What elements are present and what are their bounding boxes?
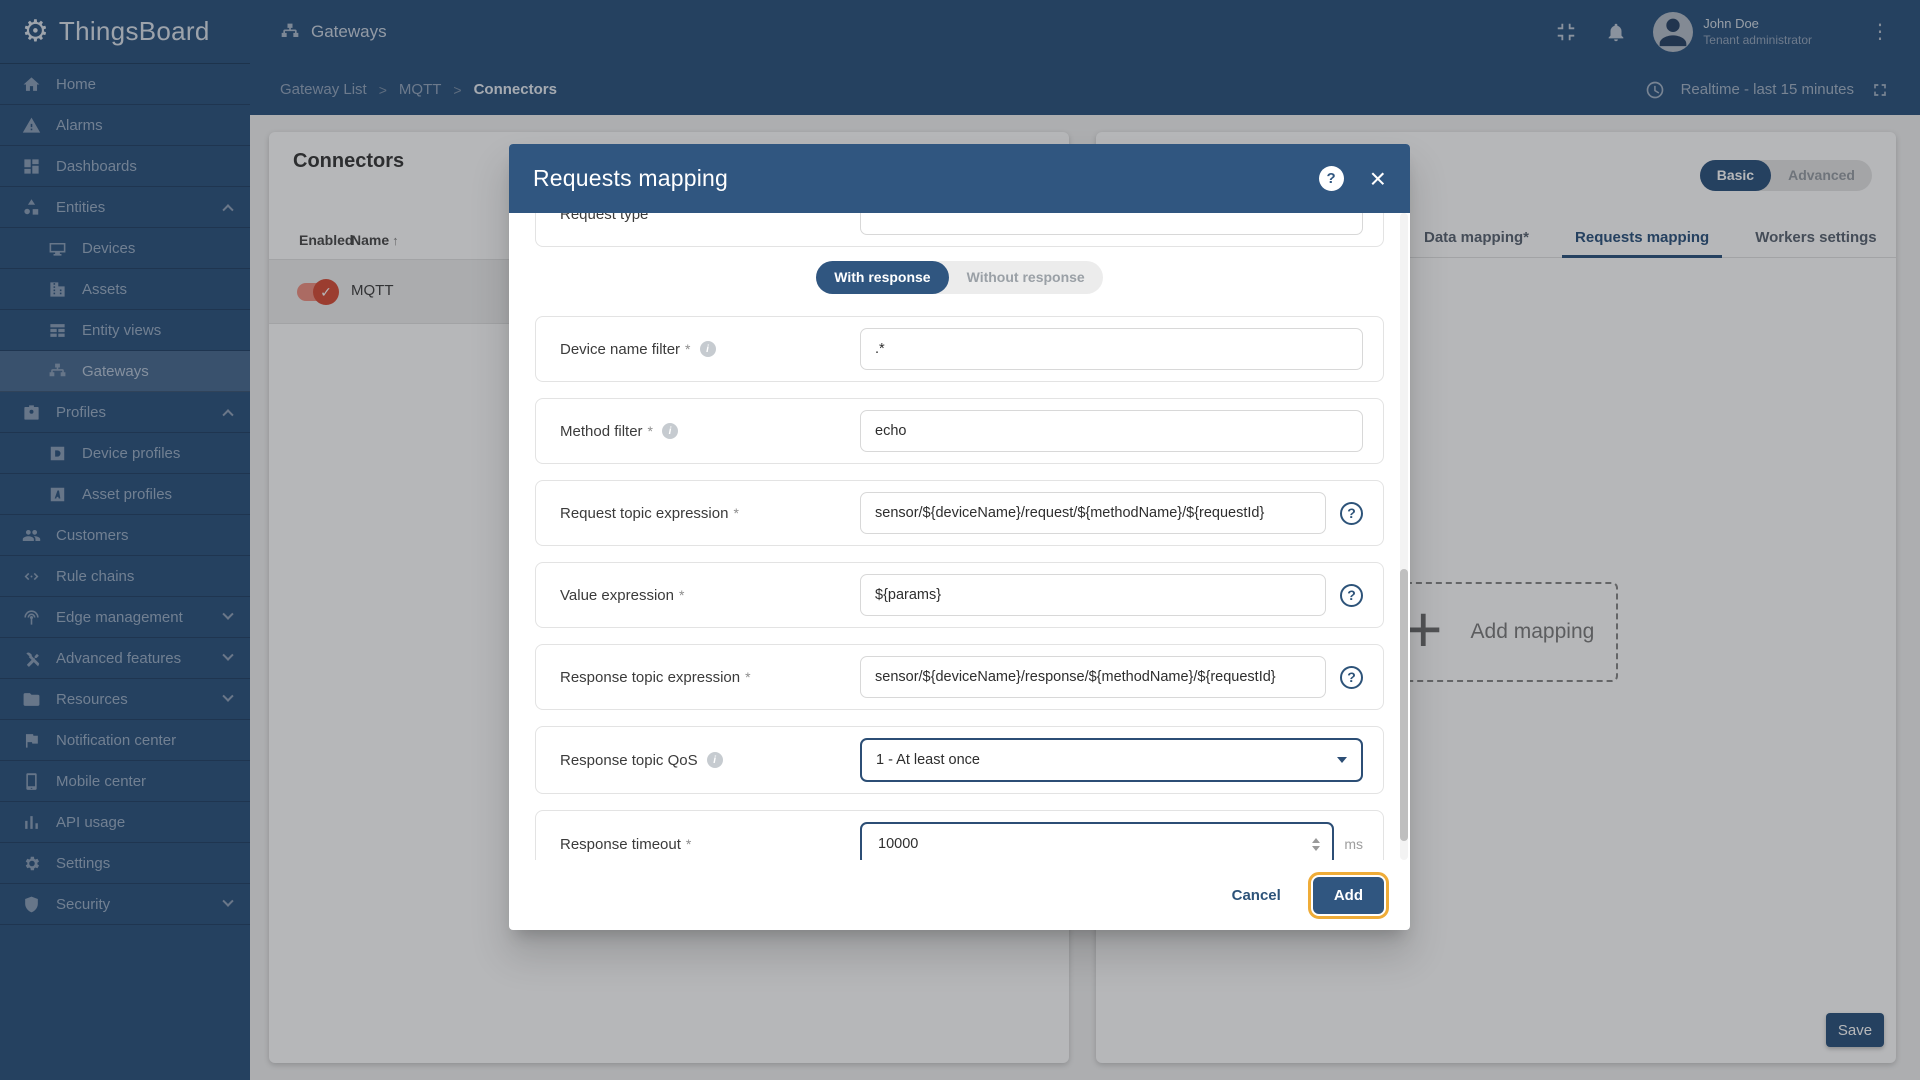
- chevron-down-icon: [1337, 757, 1347, 763]
- field-row-response-timeout: Response timeout * ms: [535, 810, 1384, 860]
- info-icon[interactable]: i: [707, 752, 723, 768]
- field-row-response-topic-expression: Response topic expression * ?: [535, 644, 1384, 710]
- cancel-button[interactable]: Cancel: [1222, 879, 1291, 912]
- required-marker: *: [685, 341, 690, 357]
- method-filter-input[interactable]: [860, 410, 1363, 452]
- label-text: Response topic QoS: [560, 752, 698, 769]
- field-label-request-type: Request type: [560, 213, 860, 223]
- thingsboard-app: ⚙ ThingsBoard HomeAlarmsDashboardsEntiti…: [0, 0, 1920, 1080]
- field-row-response-topic-qos: Response topic QoS i 1 - At least once: [535, 726, 1384, 794]
- dialog-header: Requests mapping ? ×: [509, 144, 1410, 213]
- toggle-with-response[interactable]: With response: [816, 261, 948, 294]
- response-topic-expression-input[interactable]: [860, 656, 1326, 698]
- response-timeout-field: [860, 822, 1334, 860]
- help-icon[interactable]: ?: [1340, 502, 1363, 525]
- request-topic-expression-input[interactable]: [860, 492, 1326, 534]
- add-button[interactable]: Add: [1313, 877, 1384, 914]
- info-icon[interactable]: i: [700, 341, 716, 357]
- required-marker: *: [648, 423, 653, 439]
- field-label-method-filter: Method filter * i: [560, 423, 860, 440]
- label-text: Response topic expression: [560, 669, 740, 686]
- toggle-without-response[interactable]: Without response: [949, 261, 1103, 294]
- field-row-method-filter: Method filter * i: [535, 398, 1384, 464]
- label-text: Device name filter: [560, 341, 680, 358]
- help-icon[interactable]: ?: [1340, 584, 1363, 607]
- dialog-body: Request type With response Without respo…: [509, 213, 1410, 860]
- label-text: Request topic expression: [560, 505, 728, 522]
- field-row-request-topic-expression: Request topic expression * ?: [535, 480, 1384, 546]
- number-stepper[interactable]: [1310, 838, 1322, 851]
- response-topic-qos-select[interactable]: 1 - At least once: [860, 738, 1363, 782]
- field-label-response-timeout: Response timeout *: [560, 836, 860, 853]
- dialog-title: Requests mapping: [533, 165, 728, 192]
- label-text: Response timeout: [560, 836, 681, 853]
- required-marker: *: [733, 505, 738, 521]
- help-icon[interactable]: ?: [1340, 666, 1363, 689]
- request-type-input[interactable]: [860, 213, 1363, 235]
- field-label-request-topic-expression: Request topic expression *: [560, 505, 860, 522]
- label-text: Method filter: [560, 423, 643, 440]
- field-label-response-topic-qos: Response topic QoS i: [560, 752, 860, 769]
- response-timeout-input[interactable]: [876, 835, 1310, 853]
- field-row-request-type: Request type: [535, 213, 1384, 247]
- unit-suffix: ms: [1344, 836, 1363, 852]
- required-marker: *: [745, 669, 750, 685]
- requests-mapping-dialog: Requests mapping ? × Request type With r…: [509, 144, 1410, 930]
- required-marker: *: [686, 836, 691, 852]
- scrollbar-thumb[interactable]: [1400, 569, 1408, 841]
- field-label-value-expression: Value expression *: [560, 587, 860, 604]
- field-label-response-topic-expression: Response topic expression *: [560, 669, 860, 686]
- dialog-help-button[interactable]: ?: [1319, 166, 1344, 191]
- device-name-filter-input[interactable]: [860, 328, 1363, 370]
- field-row-value-expression: Value expression * ?: [535, 562, 1384, 628]
- response-type-toggle: With response Without response: [816, 261, 1102, 294]
- selected-option: 1 - At least once: [876, 752, 980, 768]
- field-row-device-name-filter: Device name filter * i: [535, 316, 1384, 382]
- dialog-scrollbar[interactable]: [1400, 213, 1408, 860]
- label-text: Value expression: [560, 587, 674, 604]
- label-text: Request type: [560, 213, 648, 223]
- dialog-footer: Cancel Add: [509, 860, 1410, 930]
- value-expression-input[interactable]: [860, 574, 1326, 616]
- response-type-row: With response Without response: [535, 261, 1384, 294]
- info-icon[interactable]: i: [662, 423, 678, 439]
- field-label-device-name-filter: Device name filter * i: [560, 341, 860, 358]
- close-icon[interactable]: ×: [1370, 165, 1386, 193]
- required-marker: *: [679, 587, 684, 603]
